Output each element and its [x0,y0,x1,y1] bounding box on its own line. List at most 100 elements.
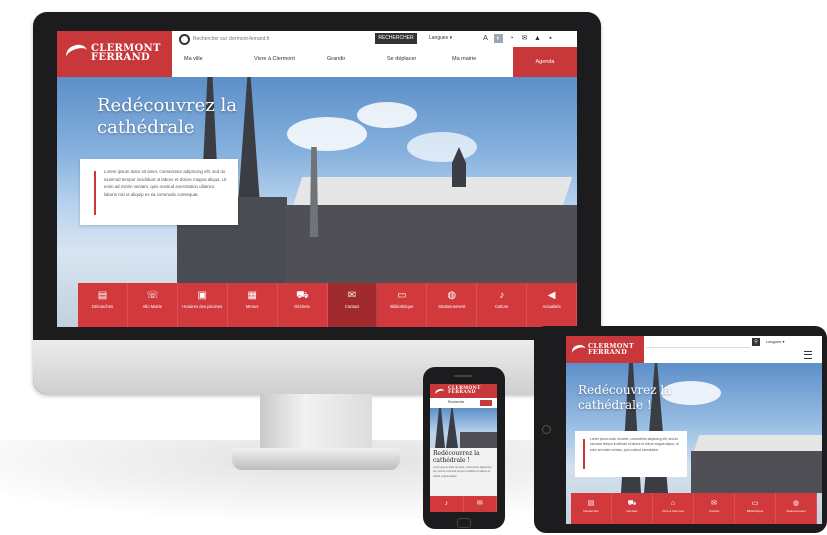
tablet-logo[interactable]: CLERMONT FERRAND [566,336,644,363]
quick-link-label: Stationnement [786,509,806,513]
nav-item-ma-ville[interactable]: Ma ville [184,56,203,62]
phone-header[interactable]: CLERMONT FERRAND [430,384,497,399]
quick-link-label: Menus [245,304,259,309]
chat-icon: ✉ [476,500,483,507]
hamburger-menu-icon[interactable] [804,351,812,359]
tablet-screen: CLERMONT FERRAND ⚲ Langues ▾ Redécouvrez… [566,336,822,524]
quick-link-label: Allo Mairie [142,304,163,309]
hero-card-text: Lorem ipsum dolor sit amet, consectetur … [104,169,227,197]
tablet-home-button [542,425,551,434]
desktop-screen: RECHERCHER Langues ▾ A ◐ ◔ ✉ ▲ ▪ CLERMON… [57,31,577,327]
globe-icon: ◍ [447,290,457,301]
search-icon[interactable]: ⚲ [752,338,760,346]
quick-link-allo-mairie[interactable]: ☏ Allo Mairie [128,283,178,327]
quick-link-actualites[interactable]: ◀ Actualités [527,283,577,327]
keyboard-icon: ▭ [397,290,407,301]
quick-link-label: Contact [708,509,720,513]
quick-link-contact[interactable]: ✉ Contact [327,283,378,327]
truck-icon: ⛟ [627,500,637,507]
hero-banner: Redécouvrez la cathédrale Lorem ipsum do… [57,77,577,327]
accent-bar [583,439,585,469]
form-icon: ▤ [97,290,108,301]
logo-swoosh-icon [63,42,91,66]
phone-search-bar[interactable]: Rechercher [430,398,497,408]
quick-link-label: Actualités [542,304,561,309]
tablet-hero-title: Redécouvrez la cathédrale ! [578,383,672,412]
keyboard-icon: ▭ [751,500,759,507]
phone-quick-link[interactable]: ♪ [430,496,464,512]
cloud [357,102,417,128]
phone-search-label: Rechercher [448,400,465,404]
quick-link-culture[interactable]: ♪ Culture [477,283,528,327]
rss-icon[interactable]: ◔ [507,34,516,43]
phone-speaker [454,375,472,377]
quick-link-label: Démarches [583,509,599,513]
megaphone-icon: ◀ [547,290,556,301]
phone-home-button [457,518,471,528]
agenda-button[interactable]: Agenda [513,47,577,77]
user-icon[interactable]: ▲ [533,34,542,43]
tablet-quick-link[interactable]: ▤ Démarches [571,493,612,524]
text-size-icon[interactable]: A [481,34,490,43]
search-icon[interactable] [179,34,190,45]
nav-item-ma-mairie[interactable]: Ma mairie [452,56,476,62]
hero-title: Redécouvrez la cathédrale [97,95,238,138]
culture-icon: ♪ [499,290,505,301]
bus-icon: ▣ [197,290,207,301]
globe-icon: ◍ [792,500,800,507]
monitor-stand [260,394,372,452]
contrast-icon[interactable]: ◐ [494,34,503,43]
nav-item-vivre[interactable]: Vivre à Clermont [254,56,295,62]
utility-icons: A ◐ ◔ ✉ ▲ ▪ [481,34,555,44]
quick-link-bibliotheque[interactable]: ▭ Bibliothèque [377,283,428,327]
tablet-header: CLERMONT FERRAND ⚲ Langues ▾ [566,336,822,363]
quick-link-menus[interactable]: ▦ Menus [228,283,278,327]
tablet-quick-link[interactable]: ✉ Contact [694,493,735,524]
quick-link-label: Bibliothèque [746,509,764,513]
logo-text: CLERMONT FERRAND [91,43,161,63]
nav-item-grandir[interactable]: Grandir [327,56,345,62]
culture-icon: ♪ [444,500,449,507]
quick-link-stationnement[interactable]: ◍ Stationnement [427,283,478,327]
nav-item-se-deplacer[interactable]: Se déplacer [387,56,416,62]
print-icon[interactable]: ▪ [546,34,555,43]
logo-text: CLERMONT FERRAND [588,342,635,356]
tablet-card-text: Lorem ipsum dolor sit amet, consectetur … [590,437,679,452]
quick-link-label: Déchets [626,509,638,513]
phone-hero-title: Redécouvrez la cathédrale ! [433,450,480,464]
language-select[interactable]: Langues ▾ [429,34,473,43]
hero-card: Lorem ipsum dolor sit amet, consectetur … [80,159,238,225]
tablet-language-select[interactable]: Langues ▾ [766,339,784,344]
quick-link-dechets[interactable]: ⛟ Déchets [278,283,328,327]
tablet-search-input[interactable] [646,339,750,348]
tablet-hero-card: Lorem ipsum dolor sit amet, consectetur … [575,431,687,477]
quick-link-label: Contact [344,304,360,309]
quick-link-label: Vivre à Clermont [661,509,685,513]
tablet-quick-link[interactable]: ⛟ Déchets [612,493,653,524]
cathedral-spire [446,408,458,448]
monitor-base [232,448,400,470]
phone-quick-links: ♪ ✉ [430,496,497,512]
quick-link-label: Démarches [91,304,114,309]
home-icon: ⌂ [670,500,676,507]
cloud [287,117,367,151]
monitor-chin [33,340,601,394]
quick-link-demarches[interactable]: ▤ Démarches [78,283,128,327]
truck-icon: ⛟ [296,290,309,301]
tablet-quick-link[interactable]: ◍ Stationnement [776,493,817,524]
search-input[interactable] [193,34,369,43]
tablet-hero: Redécouvrez la cathédrale ! Lorem ipsum … [566,363,822,524]
site-logo[interactable]: CLERMONT FERRAND [57,31,172,77]
phone-hero-image [430,408,497,448]
tablet-quick-link[interactable]: ⌂ Vivre à Clermont [653,493,694,524]
tablet-quick-link[interactable]: ▭ Bibliothèque [735,493,776,524]
phone-search-button[interactable] [480,400,492,406]
cathedral-nave [691,451,822,493]
logo-swoosh-icon [434,387,446,399]
cathedral-spire [435,408,445,448]
mail-icon[interactable]: ✉ [520,34,529,43]
phone-quick-link[interactable]: ✉ [464,496,497,512]
tablet-quick-links: ▤ Démarches ⛟ Déchets ⌂ Vivre à Clermont ✉ C… [571,493,817,524]
search-button[interactable]: RECHERCHER [375,33,417,44]
quick-link-piscines[interactable]: ▣ Horaires des piscines [178,283,228,327]
